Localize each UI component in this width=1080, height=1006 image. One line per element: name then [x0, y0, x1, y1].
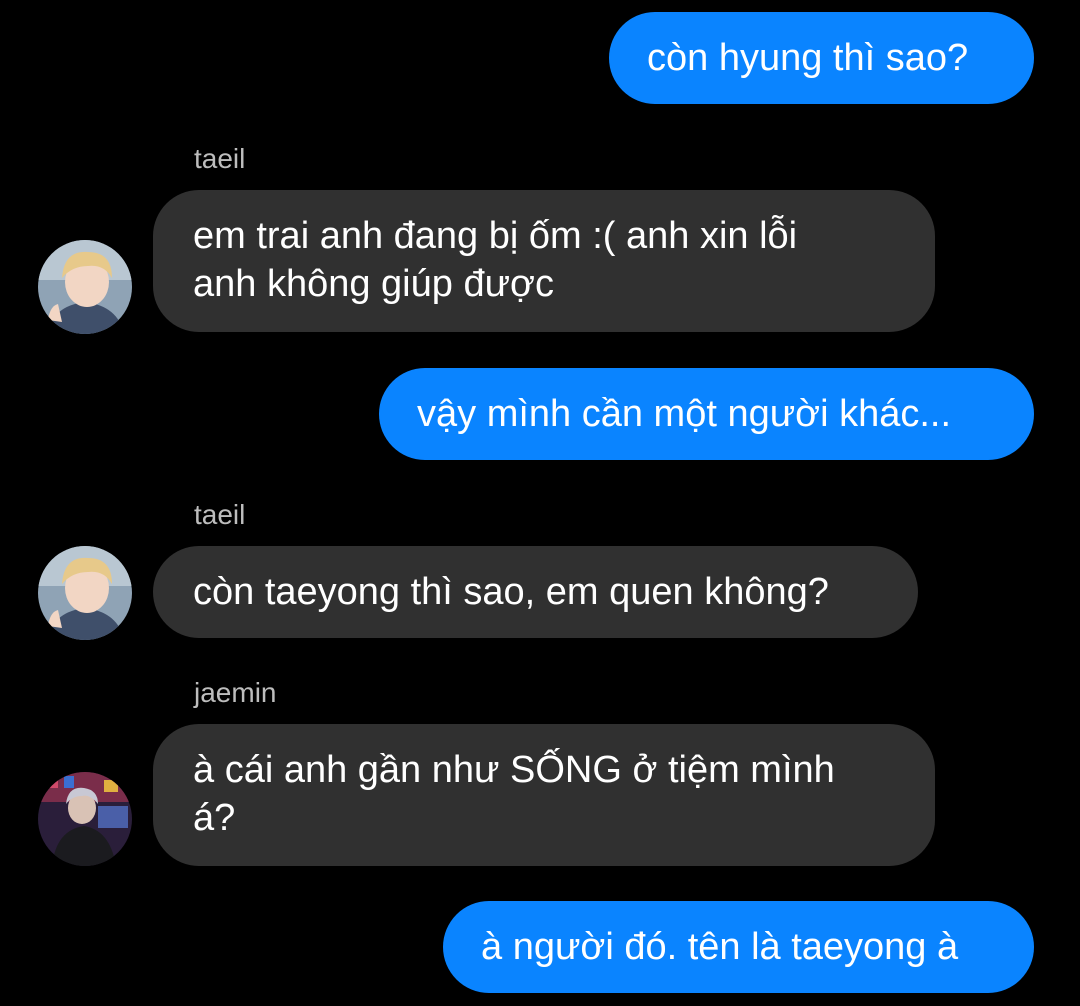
- avatar-photo: [38, 772, 132, 866]
- outgoing-message[interactable]: à người đó. tên là taeyong à: [443, 901, 1034, 993]
- message-text: còn hyung thì sao?: [647, 37, 969, 79]
- message-text: à người đó. tên là taeyong à: [481, 926, 959, 968]
- avatar-jaemin[interactable]: [38, 772, 132, 866]
- outgoing-message[interactable]: vậy mình cần một người khác...: [379, 368, 1034, 460]
- outgoing-message[interactable]: còn hyung thì sao?: [609, 12, 1034, 104]
- sender-name: jaemin: [194, 677, 277, 708]
- avatar-photo: [38, 240, 132, 334]
- avatar-taeil[interactable]: [38, 546, 132, 640]
- message-text: còn taeyong thì sao, em quen không?: [193, 571, 829, 613]
- avatar-taeil[interactable]: [38, 240, 132, 334]
- message-line: em trai anh đang bị ốm :( anh xin lỗi: [193, 215, 798, 257]
- message-line: anh không giúp được: [193, 263, 554, 305]
- message-line: à cái anh gần như SỐNG ở tiệm mình: [193, 749, 835, 791]
- avatar-photo: [38, 546, 132, 640]
- sender-name: taeil: [194, 499, 246, 530]
- message-text: vậy mình cần một người khác...: [417, 393, 952, 435]
- message-line: á?: [193, 797, 236, 839]
- sender-name: taeil: [194, 143, 246, 174]
- incoming-message[interactable]: à cái anh gần như SỐNG ở tiệm mình á?: [153, 724, 935, 866]
- incoming-message[interactable]: em trai anh đang bị ốm :( anh xin lỗi an…: [153, 190, 935, 332]
- incoming-message[interactable]: còn taeyong thì sao, em quen không?: [153, 546, 918, 638]
- chat-screen: { "messages": [ { "direction": "outgoing…: [0, 0, 1080, 1006]
